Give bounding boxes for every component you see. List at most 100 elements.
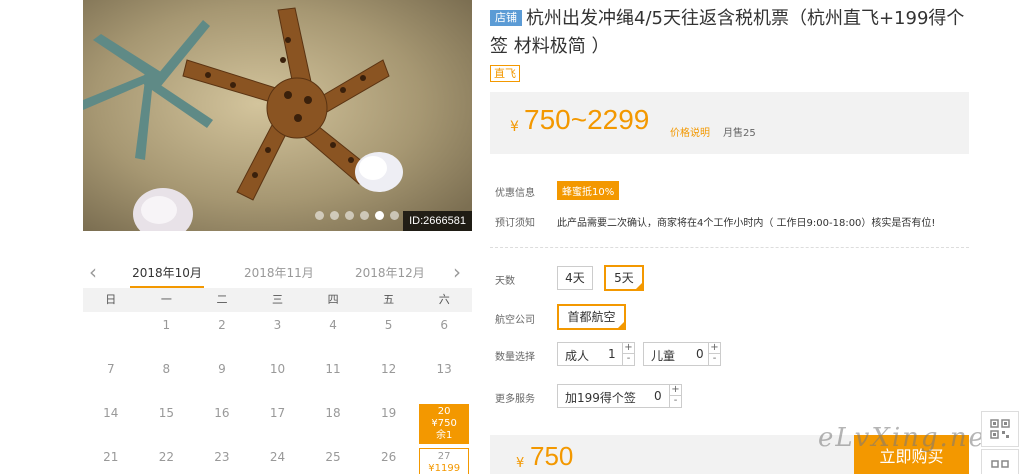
qr-code-icon[interactable] [981, 411, 1019, 447]
weekday-label: 六 [438, 293, 450, 306]
app-download-icon[interactable] [981, 449, 1019, 474]
calendar-day: 17 [269, 406, 286, 420]
child-label: 儿童 [651, 349, 676, 363]
carousel-dot[interactable] [390, 211, 399, 220]
total-price: 750 [530, 441, 574, 471]
calendar-day: 19 [380, 406, 397, 420]
day-stock: 余1 [435, 430, 453, 441]
child-qty-stepper[interactable]: 儿童 0 + - [643, 342, 721, 366]
notice-text: 此产品需要二次确认，商家将在4个工作小时内（ 工作日9:00-18:00）核实是… [557, 218, 936, 229]
weekday-label: 三 [272, 293, 284, 306]
day-price: ¥750 [431, 418, 457, 429]
day-number: 20 [437, 406, 451, 417]
qty-label: 数量选择 [495, 352, 535, 363]
decrement-button[interactable]: - [670, 396, 681, 407]
calendar-week-row: 14 15 16 17 18 19 20 ¥750 余1 [83, 400, 472, 444]
product-title: 店铺 杭州出发冲绳4/5天往返含税机票（杭州直飞+199得个签 材料极简 ） [490, 5, 980, 61]
calendar-day: 15 [158, 406, 174, 420]
decrement-button[interactable]: - [623, 354, 634, 365]
adult-value[interactable]: 1 [608, 347, 616, 361]
calendar-day: 24 [269, 450, 286, 464]
calendar-day: 22 [158, 450, 174, 464]
calendar-day: 10 [269, 362, 286, 376]
calendar-day: 26 [380, 450, 397, 464]
stepper-buttons: + - [669, 385, 681, 407]
calendar-day: 25 [325, 450, 341, 464]
price-box: ¥ 750~2299 价格说明 月售25 [490, 92, 969, 154]
product-hero-image[interactable]: ID:2666581 [83, 0, 472, 231]
decrement-button[interactable]: - [709, 354, 720, 365]
carousel-dot[interactable] [360, 211, 369, 220]
site-watermark: eLvXing.net [818, 423, 999, 453]
price-range: 750~2299 [524, 104, 650, 135]
weekday-label: 四 [327, 293, 339, 306]
currency-symbol: ¥ [510, 119, 519, 135]
chevron-right-icon[interactable]: › [453, 260, 461, 284]
days-option-5[interactable]: 5天 [604, 265, 644, 291]
divider [490, 247, 969, 248]
image-id-label: ID:2666581 [403, 211, 472, 231]
chevron-left-icon[interactable]: ‹ [89, 260, 97, 284]
price-explain-link[interactable]: 价格说明 [670, 124, 710, 139]
currency-symbol: ¥ [516, 456, 525, 471]
weekday-label: 一 [160, 293, 172, 306]
calendar-day [83, 312, 139, 356]
calendar-day: 12 [380, 362, 397, 376]
airline-label: 航空公司 [495, 315, 535, 326]
calendar-week-row: 1 2 3 4 5 6 [83, 312, 472, 356]
calendar-day: 2 [218, 318, 226, 332]
qr-icon-graphic [991, 460, 1009, 468]
days-option-4[interactable]: 4天 [557, 266, 593, 290]
tab-month-1[interactable]: 2018年10月 [130, 264, 204, 288]
calendar-day: 13 [436, 362, 452, 376]
notice-label: 预订须知 [495, 218, 535, 229]
calendar-grid: 1 2 3 4 5 6 7 8 9 10 11 12 13 14 15 16 1… [83, 312, 472, 474]
addon-qty-stepper[interactable]: 加199得个签 0 + - [557, 384, 682, 408]
stepper-buttons: + - [708, 343, 720, 365]
monthly-sales: 月售25 [723, 128, 756, 139]
calendar-week-row: 7 8 9 10 11 12 13 [83, 356, 472, 400]
calendar-day: 1 [162, 318, 171, 332]
adult-label: 成人 [565, 349, 590, 363]
addon-value[interactable]: 0 [654, 389, 662, 403]
calendar-day: 14 [103, 406, 119, 420]
tab-month-2[interactable]: 2018年11月 [244, 264, 314, 281]
calendar-day: 4 [329, 318, 337, 332]
promo-badge: 蜂蜜抵10% [557, 181, 620, 200]
calendar-month-nav: ‹ 2018年10月 2018年11月 2018年12月 › [83, 258, 472, 288]
calendar-day-selected[interactable]: 20 ¥750 余1 [419, 404, 469, 444]
calendar-day: 16 [214, 406, 230, 420]
carousel-dot[interactable] [330, 211, 339, 220]
carousel-dot[interactable] [345, 211, 354, 220]
qr-icon-graphic [990, 419, 1010, 439]
addon-label: 加199得个签 [565, 391, 636, 405]
days-label: 天数 [495, 276, 515, 287]
calendar-day-available[interactable]: 27 ¥1199 [419, 448, 469, 474]
stepper-buttons: + - [622, 343, 634, 365]
calendar-day: 7 [106, 362, 115, 376]
more-services-label: 更多服务 [495, 394, 535, 405]
direct-flight-tag: 直飞 [490, 65, 520, 82]
carousel-dot[interactable] [315, 211, 324, 220]
tab-month-3[interactable]: 2018年12月 [355, 264, 425, 281]
shop-badge[interactable]: 店铺 [490, 10, 522, 26]
weekday-label: 五 [383, 293, 395, 306]
starfish-photo [83, 0, 472, 231]
calendar-day: 18 [325, 406, 341, 420]
calendar-week-row: 21 22 23 24 25 26 27 ¥1199 [83, 444, 472, 474]
airline-option[interactable]: 首都航空 [557, 304, 626, 330]
calendar-day: 5 [384, 318, 393, 332]
day-number: 27 [437, 451, 451, 462]
day-price: ¥1199 [428, 463, 461, 474]
adult-qty-stepper[interactable]: 成人 1 + - [557, 342, 635, 366]
carousel-dots [315, 211, 399, 220]
calendar-weekday-header: 日 一 二 三 四 五 六 [83, 288, 472, 312]
product-title-text: 杭州出发冲绳4/5天往返含税机票（杭州直飞+199得个签 材料极简 ） [490, 8, 965, 57]
calendar-day: 6 [440, 318, 448, 332]
calendar-day: 8 [162, 362, 171, 376]
carousel-dot-active[interactable] [375, 211, 384, 220]
calendar-day: 3 [273, 318, 282, 332]
calendar-day: 11 [325, 362, 341, 376]
child-value[interactable]: 0 [696, 347, 704, 361]
calendar-day: 21 [103, 450, 119, 464]
